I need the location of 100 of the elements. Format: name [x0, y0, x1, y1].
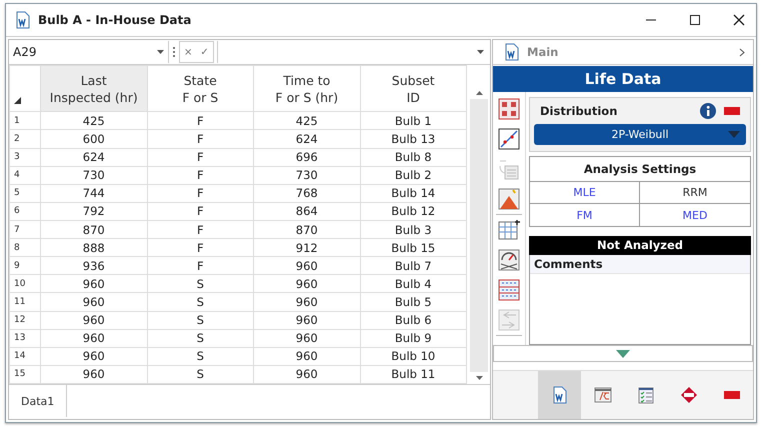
table-cell[interactable]: 870 [254, 220, 360, 239]
table-cell[interactable]: F [147, 220, 254, 239]
table-cell[interactable]: 960 [254, 329, 360, 348]
table-cell[interactable]: F [147, 130, 254, 148]
table-cell[interactable]: 912 [254, 238, 360, 257]
close-icon[interactable] [732, 13, 746, 27]
table-cell[interactable]: 696 [254, 148, 360, 166]
maximize-icon[interactable] [688, 13, 702, 27]
table-cell[interactable]: F [147, 238, 254, 257]
analysis-option[interactable]: MLE [530, 182, 640, 204]
table-cell[interactable]: F [147, 184, 254, 202]
info-icon[interactable] [700, 103, 716, 119]
row-number[interactable]: 15 [10, 365, 40, 384]
row-number[interactable]: 4 [10, 166, 40, 184]
row-number[interactable]: 2 [10, 130, 40, 148]
row-number[interactable]: 13 [10, 329, 40, 348]
scroll-up-icon[interactable] [476, 91, 482, 95]
table-cell[interactable]: Bulb 6 [360, 311, 466, 330]
table-cell[interactable]: 960 [254, 274, 360, 293]
table-cell[interactable]: F [147, 256, 254, 275]
table-cell[interactable]: Bulb 3 [360, 220, 466, 239]
table-cell[interactable]: Bulb 2 [360, 166, 466, 184]
table-cell[interactable]: F [147, 112, 254, 130]
column-header[interactable]: State F or S [147, 66, 254, 112]
table-cell[interactable]: 730 [40, 166, 147, 184]
table-cell[interactable]: 960 [40, 274, 147, 293]
table-cell[interactable]: S [147, 292, 254, 312]
table-cell[interactable]: S [147, 311, 254, 330]
table-cell[interactable]: 624 [254, 130, 360, 148]
column-header[interactable]: Subset ID [360, 66, 466, 112]
cell-name-field[interactable]: A29 [9, 41, 169, 63]
table-cell[interactable]: 768 [254, 184, 360, 202]
grip-icon[interactable] [172, 46, 176, 58]
row-number[interactable]: 14 [10, 347, 40, 366]
table-cell[interactable]: Bulb 10 [360, 347, 466, 366]
table-cell[interactable]: S [147, 365, 254, 384]
wizard-tool-icon[interactable] [498, 188, 520, 210]
table-cell[interactable]: 960 [40, 311, 147, 330]
table-cell[interactable]: Bulb 1 [360, 112, 466, 130]
table-cell[interactable]: Bulb 12 [360, 202, 466, 220]
row-number[interactable]: 5 [10, 184, 40, 202]
analysis-status: Not Analyzed [529, 236, 751, 255]
table-cell[interactable]: 744 [40, 184, 147, 202]
comments-box[interactable]: Comments [529, 255, 751, 345]
table-cell[interactable]: Bulb 8 [360, 148, 466, 166]
scroll-down-icon[interactable] [476, 376, 482, 380]
chevron-icon[interactable] [739, 48, 745, 56]
table-cell[interactable]: 870 [40, 220, 147, 239]
table-cell[interactable]: 792 [40, 202, 147, 220]
dropdown-icon[interactable] [157, 50, 164, 54]
distribution-dropdown[interactable]: 2P-Weibull [534, 124, 746, 145]
table-cell[interactable]: 960 [40, 365, 147, 384]
table-cell[interactable]: S [147, 347, 254, 366]
table-cell[interactable]: 960 [254, 311, 360, 330]
table-cell[interactable]: 960 [254, 365, 360, 384]
grid-tool-icon[interactable] [498, 219, 520, 241]
dropdown-icon[interactable] [477, 50, 484, 54]
table-cell[interactable]: 960 [40, 329, 147, 348]
table-cell[interactable]: S [147, 329, 254, 348]
table-cell[interactable]: F [147, 148, 254, 166]
table-cell[interactable]: 960 [40, 347, 147, 366]
table-cell[interactable]: 864 [254, 202, 360, 220]
table-cell[interactable]: Bulb 9 [360, 329, 466, 348]
table-cell[interactable]: 425 [40, 112, 147, 130]
row-number[interactable]: 9 [10, 256, 40, 275]
table-cell[interactable]: 624 [40, 148, 147, 166]
doc-tool-button[interactable] [538, 371, 581, 419]
table-cell[interactable]: Bulb 7 [360, 256, 466, 275]
plot-tool-icon[interactable] [498, 128, 520, 150]
row-number[interactable]: 6 [10, 202, 40, 220]
row-number[interactable]: 3 [10, 148, 40, 166]
table-cell[interactable]: 960 [254, 256, 360, 275]
gauge-tool-icon[interactable] [498, 249, 520, 271]
table-cell[interactable]: Bulb 15 [360, 238, 466, 257]
expand-icon[interactable] [616, 350, 630, 358]
row-number[interactable]: 11 [10, 292, 40, 312]
row-number[interactable]: 1 [10, 112, 40, 130]
table-cell[interactable]: F [147, 202, 254, 220]
table-cell[interactable]: Bulb 5 [360, 292, 466, 312]
row-number[interactable]: 10 [10, 274, 40, 293]
table-cell[interactable]: Bulb 11 [360, 365, 466, 384]
table-cell[interactable]: Bulb 14 [360, 184, 466, 202]
column-header[interactable]: Time to F or S (hr) [254, 66, 360, 112]
table-cell[interactable]: 730 [254, 166, 360, 184]
table-cell[interactable]: Bulb 4 [360, 274, 466, 293]
row-number[interactable]: 8 [10, 238, 40, 257]
table-cell[interactable]: 425 [254, 112, 360, 130]
select-all-icon[interactable] [14, 97, 21, 104]
column-header[interactable]: Last Inspected (hr) [40, 66, 147, 112]
table-cell[interactable]: 960 [40, 292, 147, 312]
row-number[interactable]: 12 [10, 311, 40, 330]
table-cell[interactable]: 888 [40, 238, 147, 257]
table-cell[interactable]: 936 [40, 256, 147, 275]
table-cell[interactable]: 960 [254, 347, 360, 366]
table-cell[interactable]: F [147, 166, 254, 184]
row-number[interactable]: 7 [10, 220, 40, 239]
table-cell[interactable]: 960 [254, 292, 360, 312]
table-cell[interactable]: Bulb 13 [360, 130, 466, 148]
table-cell[interactable]: 600 [40, 130, 147, 148]
table-cell[interactable]: S [147, 274, 254, 293]
